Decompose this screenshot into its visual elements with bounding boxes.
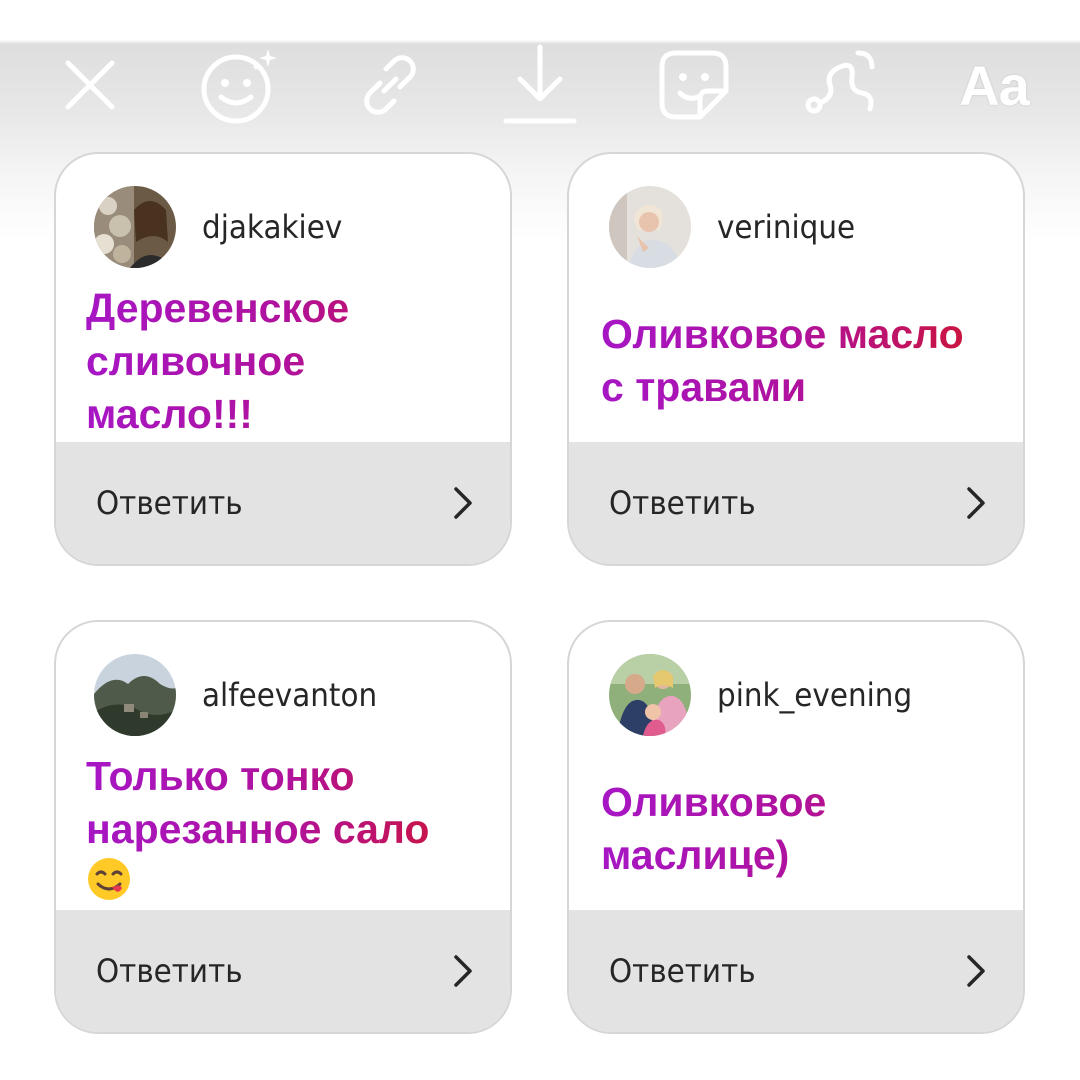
chevron-right-icon	[452, 486, 474, 520]
chevron-right-icon	[965, 486, 987, 520]
reply-button[interactable]: Ответить	[569, 442, 1023, 564]
text-icon: Aa	[959, 53, 1030, 117]
avatar	[94, 654, 176, 736]
question-answer-text: Только тонко нарезанное сало	[86, 750, 488, 909]
reply-button[interactable]: Ответить	[56, 442, 510, 564]
card-header: djakakiev	[94, 186, 354, 268]
question-answer-text: Деревенское сливочное масло!!!	[86, 282, 488, 441]
card-header: pink_evening	[609, 654, 929, 736]
reply-label: Ответить	[96, 484, 243, 522]
chevron-right-icon	[452, 954, 474, 988]
reply-label: Ответить	[609, 952, 756, 990]
question-response-card: alfeevanton Только тонко нарезанное сало…	[54, 620, 512, 1034]
draw-icon	[805, 50, 875, 114]
question-line: масло!!!	[86, 391, 253, 437]
sticker-icon	[659, 50, 729, 120]
username: alfeevanton	[202, 676, 378, 714]
username: pink_evening	[717, 676, 913, 714]
question-line	[86, 856, 488, 909]
question-answer-text: Оливковое маслице)	[601, 776, 1001, 882]
reply-label: Ответить	[96, 952, 243, 990]
face-effects-icon	[201, 49, 277, 124]
username: djakakiev	[202, 208, 343, 246]
story-toolbar: Aa	[0, 40, 1080, 130]
question-line: нарезанное сало	[86, 806, 430, 852]
question-line: с травами	[601, 364, 807, 410]
question-response-card: verinique Оливковое масло с травами Отве…	[567, 152, 1025, 566]
sticker-button[interactable]	[652, 40, 736, 130]
draw-button[interactable]	[800, 40, 884, 130]
link-icon	[364, 55, 416, 115]
face-effects-button[interactable]	[192, 40, 288, 130]
question-line: Деревенское	[86, 285, 350, 331]
avatar	[94, 186, 176, 268]
question-response-card: djakakiev Деревенское сливочное масло!!!…	[54, 152, 512, 566]
question-answer-text: Оливковое масло с травами	[601, 308, 1001, 414]
card-header: alfeevanton	[94, 654, 392, 736]
close-button[interactable]	[50, 40, 130, 130]
close-icon	[65, 60, 115, 110]
question-response-card: pink_evening Оливковое маслице) Ответить	[567, 620, 1025, 1034]
chevron-right-icon	[965, 954, 987, 988]
question-line: Только тонко	[86, 753, 355, 799]
question-line: Оливковое	[601, 779, 827, 825]
face-savoring-food-icon	[88, 858, 130, 900]
link-button[interactable]	[350, 40, 430, 130]
username: verinique	[717, 208, 856, 246]
question-line: сливочное	[86, 338, 306, 384]
card-header: verinique	[609, 186, 867, 268]
question-line: Оливковое масло	[601, 311, 964, 357]
reply-button[interactable]: Ответить	[56, 910, 510, 1032]
download-icon	[503, 44, 577, 124]
avatar	[609, 654, 691, 736]
question-line: маслице)	[601, 832, 790, 878]
reply-label: Ответить	[609, 484, 756, 522]
text-tool-button[interactable]: Aa	[944, 40, 1044, 130]
download-button[interactable]	[500, 40, 580, 130]
avatar	[609, 186, 691, 268]
reply-button[interactable]: Ответить	[569, 910, 1023, 1032]
